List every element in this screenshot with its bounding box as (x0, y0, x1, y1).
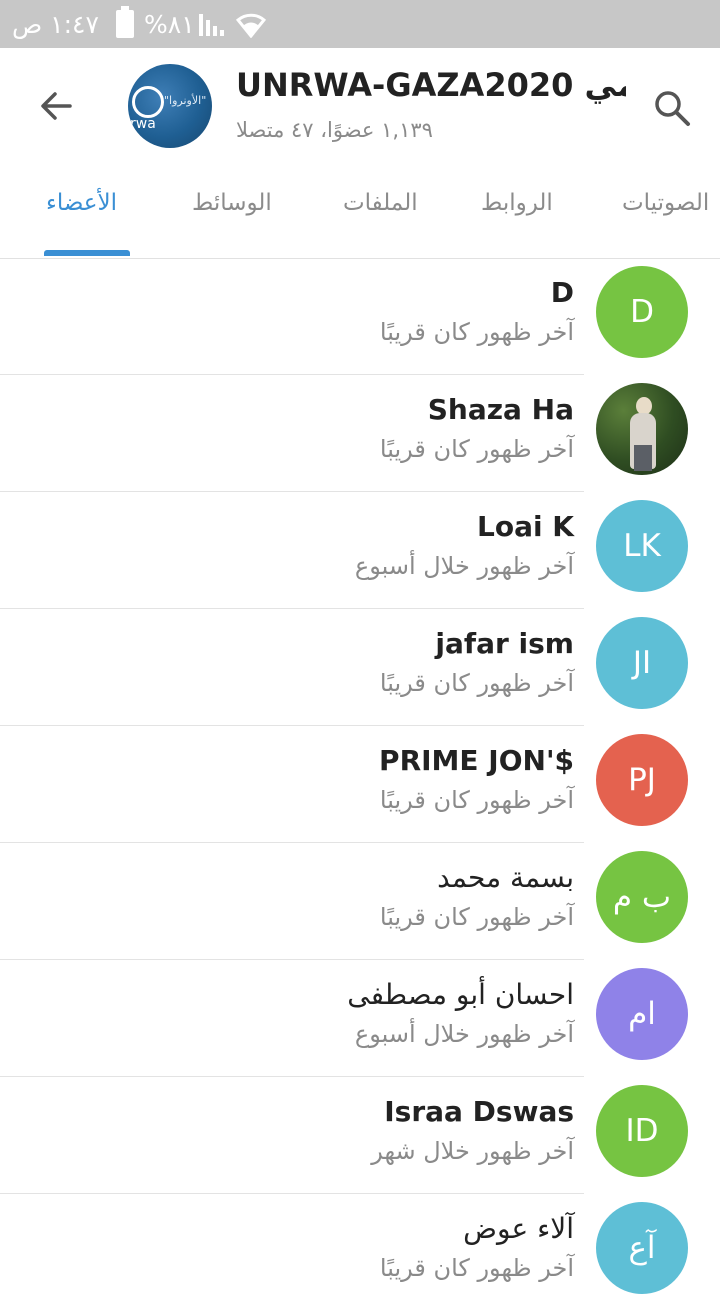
member-name: بسمة محمد (437, 861, 574, 894)
avatar: D (596, 266, 688, 358)
tab-indicator (44, 250, 130, 256)
tab-members[interactable]: الأعضاء (46, 190, 117, 216)
tab-links[interactable]: الروابط (481, 190, 553, 216)
avatar: PJ (596, 734, 688, 826)
member-name: Shaza Ha (427, 393, 574, 426)
member-last-seen: آخر ظهور خلال شهر (371, 1137, 574, 1165)
tab-files[interactable]: الملفات (343, 190, 418, 216)
member-last-seen: آخر ظهور خلال أسبوع (354, 552, 574, 580)
list-item[interactable]: Shaza Ha آخر ظهور كان قريبًا (0, 375, 720, 492)
list-item[interactable]: ID Israa Dswas آخر ظهور خلال شهر (0, 1077, 720, 1194)
list-item[interactable]: D D آخر ظهور كان قريبًا (0, 258, 720, 375)
list-item[interactable]: ام احسان أبو مصطفى آخر ظهور خلال أسبوع (0, 960, 720, 1077)
group-avatar[interactable]: rwa "الأونروا" (128, 64, 212, 148)
battery-icon (116, 0, 134, 48)
avatar: LK (596, 500, 688, 592)
member-name: jafar ism (435, 627, 574, 660)
avatar: ب م (596, 851, 688, 943)
member-name: PRIME JON'$ (379, 744, 574, 777)
member-last-seen: آخر ظهور كان قريبًا (379, 786, 574, 814)
member-name: Israa Dswas (384, 1095, 574, 1128)
search-icon (655, 91, 690, 126)
member-last-seen: آخر ظهور كان قريبًا (379, 1254, 574, 1282)
status-time: ١:٤٧ ص (12, 9, 99, 39)
chat-header: rwa "الأونروا" UNRWA-GAZA2020 حكومي ١,١٣… (0, 48, 720, 168)
tab-media[interactable]: الوسائط (192, 190, 272, 216)
member-name: Loai K (476, 510, 574, 543)
member-last-seen: آخر ظهور كان قريبًا (379, 669, 574, 697)
avatar-decor: "الأونروا" (164, 94, 207, 107)
avatar: ID (596, 1085, 688, 1177)
list-item[interactable]: آع آلاء عوض آخر ظهور كان قريبًا (0, 1194, 720, 1311)
avatar (596, 383, 688, 475)
tab-voice[interactable]: الصوتيات (622, 190, 709, 216)
member-name: D (550, 276, 574, 309)
member-last-seen: آخر ظهور خلال أسبوع (354, 1020, 574, 1048)
member-name: آلاء عوض (463, 1212, 574, 1245)
shared-media-tabs: الأعضاء الوسائط الملفات الروابط الصوتيات (0, 168, 720, 259)
member-last-seen: آخر ظهور كان قريبًا (379, 435, 574, 463)
avatar: JI (596, 617, 688, 709)
group-subtitle: ١,١٣٩ عضوًا، ٤٧ متصلا (236, 118, 433, 142)
member-name: احسان أبو مصطفى (347, 978, 574, 1011)
list-item[interactable]: JI jafar ism آخر ظهور كان قريبًا (0, 609, 720, 726)
wifi-icon (236, 0, 266, 48)
back-button[interactable] (28, 78, 84, 134)
arrow-left-icon (41, 92, 72, 120)
list-item[interactable]: LK Loai K آخر ظهور خلال أسبوع (0, 492, 720, 609)
member-last-seen: آخر ظهور كان قريبًا (379, 903, 574, 931)
avatar: ام (596, 968, 688, 1060)
group-title[interactable]: UNRWA-GAZA2020 حكومي (236, 66, 626, 110)
member-last-seen: آخر ظهور كان قريبًا (379, 318, 574, 346)
list-item[interactable]: ب م بسمة محمد آخر ظهور كان قريبًا (0, 843, 720, 960)
battery-level: %٨١ (144, 9, 195, 39)
members-list: D D آخر ظهور كان قريبًا Shaza Ha آخر ظهو… (0, 258, 720, 1311)
signal-icon (198, 0, 226, 48)
status-bar: ١:٤٧ ص %٨١ (0, 0, 720, 48)
unrwa-logo-icon (132, 86, 164, 118)
avatar: آع (596, 1202, 688, 1294)
logo-mark: rwa (130, 116, 156, 132)
list-item[interactable]: PJ PRIME JON'$ آخر ظهور كان قريبًا (0, 726, 720, 843)
search-button[interactable] (646, 82, 698, 134)
